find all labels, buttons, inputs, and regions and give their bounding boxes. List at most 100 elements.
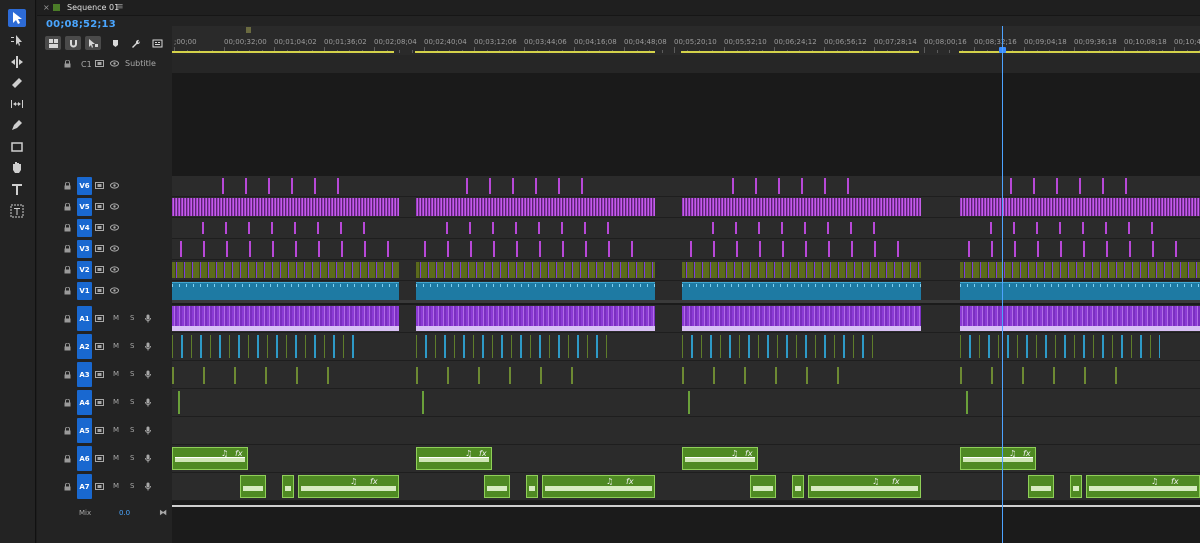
v4-clip[interactable] <box>446 222 625 234</box>
lock-icon[interactable] <box>64 454 71 465</box>
sync-lock-icon[interactable] <box>95 203 104 212</box>
mix-volume-value[interactable]: 0.0 <box>119 509 130 517</box>
a1-clip[interactable] <box>416 306 655 331</box>
eye-icon[interactable] <box>110 203 119 212</box>
voice-over-record-icon[interactable] <box>145 370 151 381</box>
a4-clip[interactable] <box>688 391 690 414</box>
sync-lock-icon[interactable] <box>95 483 104 492</box>
v5-clip[interactable] <box>172 198 399 216</box>
a1-clip[interactable] <box>960 306 1200 331</box>
sync-lock-icon[interactable] <box>95 224 104 233</box>
pen-tool-icon[interactable] <box>8 116 26 134</box>
mix-go-to-end-icon[interactable]: ⧓ <box>159 508 167 517</box>
v6-clip[interactable] <box>732 178 861 194</box>
a4-clip[interactable] <box>422 391 424 414</box>
v3-clip[interactable] <box>690 241 913 257</box>
a6-music-clip[interactable]: ♫ fx <box>416 447 492 470</box>
eye-icon[interactable] <box>110 266 119 275</box>
lock-icon[interactable] <box>64 342 71 353</box>
v3-clip[interactable] <box>424 241 647 257</box>
playhead-timecode[interactable]: 00;08;52;13 <box>46 19 116 30</box>
in-point-marker[interactable] <box>246 27 251 33</box>
solo-button[interactable]: S <box>130 314 134 322</box>
mute-button[interactable]: M <box>113 454 119 462</box>
a7-clip[interactable] <box>1070 475 1082 498</box>
a1-clip[interactable] <box>682 306 921 331</box>
track-target-v6[interactable]: V6 <box>77 177 92 195</box>
a7-clip[interactable] <box>526 475 538 498</box>
track-select-tool-icon[interactable] <box>8 31 26 49</box>
track-target-a5[interactable]: A5 <box>77 418 92 443</box>
lock-icon[interactable] <box>64 286 71 297</box>
sync-lock-icon[interactable] <box>95 399 104 408</box>
work-area-bar[interactable] <box>959 51 1200 53</box>
a6-music-clip[interactable]: ♫ fx <box>960 447 1036 470</box>
hand-tool-icon[interactable] <box>8 158 26 176</box>
a3-clip[interactable] <box>682 367 861 384</box>
v6-clip[interactable] <box>222 178 339 194</box>
track-target-v1[interactable]: V1 <box>77 282 92 300</box>
voice-over-record-icon[interactable] <box>145 426 151 437</box>
sync-lock-icon[interactable] <box>95 455 104 464</box>
track-target-a7[interactable]: A7 <box>77 474 92 499</box>
a6-music-clip[interactable]: ♫ fx <box>172 447 248 470</box>
lock-icon[interactable] <box>64 59 71 70</box>
solo-button[interactable]: S <box>130 426 134 434</box>
solo-button[interactable]: S <box>130 398 134 406</box>
track-target-a6[interactable]: A6 <box>77 446 92 471</box>
mute-button[interactable]: M <box>113 398 119 406</box>
sync-lock-icon[interactable] <box>95 371 104 380</box>
v4-clip[interactable] <box>202 222 369 234</box>
v5-clip[interactable] <box>682 198 921 216</box>
sync-lock-icon[interactable] <box>95 427 104 436</box>
playhead-line[interactable] <box>1002 26 1003 543</box>
sync-lock-icon[interactable] <box>95 315 104 324</box>
video-audio-divider[interactable] <box>172 300 1200 303</box>
v1-clip[interactable] <box>682 282 921 300</box>
caption-tool-icon[interactable] <box>8 202 26 220</box>
insert-nest-icon[interactable] <box>45 36 61 50</box>
a7-clip[interactable] <box>282 475 294 498</box>
a1-clip[interactable] <box>172 306 399 331</box>
sync-lock-icon[interactable] <box>95 343 104 352</box>
v1-clip[interactable] <box>172 282 399 300</box>
track-target-v2[interactable]: V2 <box>77 261 92 279</box>
close-tab-icon[interactable]: × <box>43 3 50 12</box>
voice-over-record-icon[interactable] <box>145 398 151 409</box>
a6-music-clip[interactable]: ♫ fx <box>682 447 758 470</box>
rectangle-tool-icon[interactable] <box>8 138 26 156</box>
sync-lock-icon[interactable] <box>95 266 104 275</box>
captions-icon[interactable] <box>149 36 165 50</box>
v6-clip[interactable] <box>1010 178 1140 194</box>
v6-clip[interactable] <box>466 178 595 194</box>
a7-clip[interactable] <box>792 475 804 498</box>
a7-music-clip[interactable]: ♫ fx <box>542 475 655 498</box>
audio-track-lane[interactable] <box>172 417 1200 445</box>
lock-icon[interactable] <box>64 482 71 493</box>
razor-tool-icon[interactable] <box>8 74 26 92</box>
v2-clip[interactable] <box>682 262 921 278</box>
voice-over-record-icon[interactable] <box>145 342 151 353</box>
work-area-bar[interactable] <box>681 51 919 53</box>
track-target-v5[interactable]: V5 <box>77 198 92 216</box>
selection-tool-icon[interactable] <box>8 9 26 27</box>
v2-clip[interactable] <box>172 262 399 278</box>
eye-icon[interactable] <box>110 182 119 191</box>
lock-icon[interactable] <box>64 370 71 381</box>
a7-music-clip[interactable]: ♫ fx <box>1086 475 1200 498</box>
linked-selection-icon[interactable] <box>85 36 101 50</box>
a4-clip[interactable] <box>966 391 968 414</box>
a7-music-clip[interactable]: ♫ fx <box>808 475 921 498</box>
mute-button[interactable]: M <box>113 426 119 434</box>
timeline-settings-wrench-icon[interactable] <box>127 36 143 50</box>
a7-clip[interactable] <box>750 475 776 498</box>
a3-clip[interactable] <box>172 367 339 384</box>
eye-icon[interactable] <box>110 224 119 233</box>
subtitle-track-lane[interactable] <box>172 55 1200 73</box>
v5-clip[interactable] <box>960 198 1200 216</box>
lock-icon[interactable] <box>64 314 71 325</box>
a7-clip[interactable] <box>240 475 266 498</box>
slip-tool-icon[interactable] <box>8 95 26 113</box>
voice-over-record-icon[interactable] <box>145 454 151 465</box>
add-marker-icon[interactable] <box>107 36 123 50</box>
